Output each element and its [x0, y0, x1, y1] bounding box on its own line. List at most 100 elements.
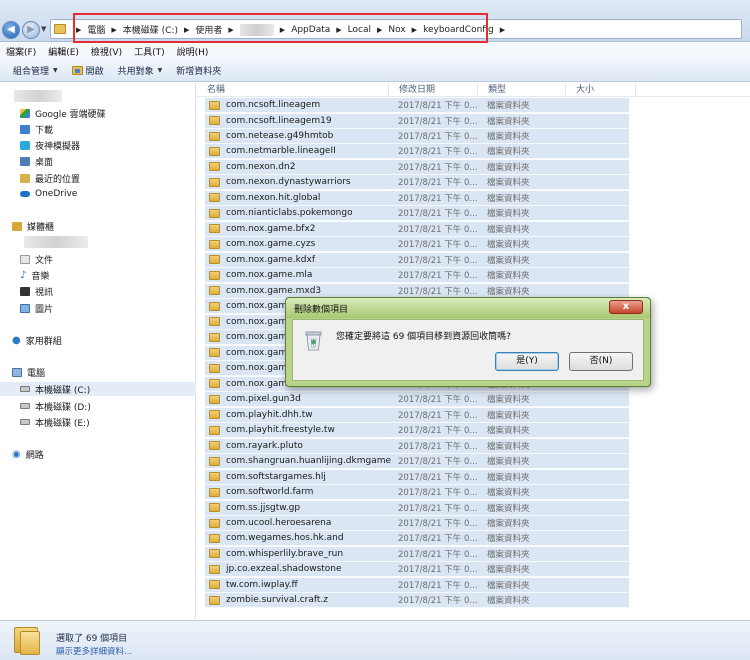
sidebar-item-recent-places[interactable]: 最近的位置	[0, 171, 196, 185]
sidebar-item-drive-d[interactable]: 本機磁碟 (D:)	[0, 399, 196, 413]
menu-help[interactable]: 說明(H)	[171, 45, 215, 58]
forward-button[interactable]: ▶	[22, 21, 40, 39]
file-name: zombie.survival.craft.z	[226, 595, 329, 606]
breadcrumb-separator[interactable]: ▶	[497, 26, 508, 34]
address-bar[interactable]: ▶ 電腦 ▶ 本機磁碟 (C:) ▶ 使用者 ▶ ▶ AppData ▶ Loc…	[50, 19, 742, 39]
sidebar-item-network[interactable]: ◉ 網路	[0, 447, 196, 461]
table-row[interactable]: tw.com.iwplay.ff 2017/8/21 下午 0... 檔案資料夾	[205, 577, 629, 593]
table-row[interactable]: com.rayark.pluto 2017/8/21 下午 0... 檔案資料夾	[205, 438, 629, 454]
sidebar-item-label: 文件	[35, 255, 54, 266]
column-header-name[interactable]: 名稱	[197, 83, 389, 96]
breadcrumb-separator[interactable]: ▶	[181, 26, 192, 34]
breadcrumb-separator[interactable]: ▶	[409, 26, 420, 34]
dialog-message: 您確定要將這 69 個項目移到資源回收筒嗎?	[336, 332, 511, 342]
sidebar-item-google-drive[interactable]: Google 雲端硬碟	[0, 106, 196, 120]
menu-edit[interactable]: 編輯(E)	[42, 45, 85, 58]
breadcrumb-separator[interactable]: ▶	[374, 26, 385, 34]
open-button[interactable]: 開啟	[65, 64, 111, 77]
table-row[interactable]: com.pixel.gun3d 2017/8/21 下午 0... 檔案資料夾	[205, 392, 629, 408]
table-row[interactable]: com.ncsoft.lineagem19 2017/8/21 下午 0... 檔案…	[205, 113, 629, 129]
table-row[interactable]: com.ss.jjsgtw.gp 2017/8/21 下午 0... 檔案資料夾	[205, 500, 629, 516]
table-row[interactable]: com.nexon.hit.global 2017/8/21 下午 0... 檔案資…	[205, 190, 629, 206]
column-header-size[interactable]: 大小	[566, 83, 636, 96]
table-row[interactable]: com.nianticlabs.pokemongo 2017/8/21 下午 0.…	[205, 206, 629, 222]
table-row[interactable]: com.playhit.dhh.tw 2017/8/21 下午 0... 檔案資料夾	[205, 407, 629, 423]
table-row[interactable]: com.nox.game.mla 2017/8/21 下午 0... 檔案資料夾	[205, 268, 629, 284]
table-row[interactable]: com.nexon.dynastywarriors 2017/8/21 下午 0.…	[205, 175, 629, 191]
file-name: com.whisperlily.brave_run	[226, 548, 344, 559]
sidebar-item-videos[interactable]: 視訊	[0, 284, 196, 298]
breadcrumb-drive-c[interactable]: 本機磁碟 (C:)	[120, 23, 181, 36]
breadcrumb-separator[interactable]: ▶	[225, 26, 236, 34]
dialog-close-button[interactable]: x	[609, 300, 643, 314]
table-row[interactable]: com.ucool.heroesarena 2017/8/21 下午 0... 檔案…	[205, 516, 629, 531]
show-more-details-link[interactable]: 顯示更多詳細資料...	[56, 645, 132, 657]
breadcrumb-separator[interactable]: ▶	[333, 26, 344, 34]
back-button[interactable]: ◀	[2, 21, 20, 39]
recent-pages-dropdown[interactable]: ▼	[41, 25, 46, 33]
column-header-type[interactable]: 類型	[478, 83, 566, 96]
table-row[interactable]: com.netmarble.lineageII 2017/8/21 下午 0...…	[205, 144, 629, 160]
breadcrumb-separator[interactable]: ▶	[108, 26, 119, 34]
table-row[interactable]: com.nox.game.bfx2 2017/8/21 下午 0... 檔案資料夾	[205, 221, 629, 237]
table-row[interactable]: com.wegames.hos.hk.and 2017/8/21 下午 0... 檔…	[205, 531, 629, 547]
sidebar-item-label: 本機磁碟 (D:)	[35, 402, 91, 413]
dialog-titlebar[interactable]: 刪除數個項目 x	[286, 298, 650, 318]
breadcrumb-users[interactable]: 使用者	[192, 23, 225, 36]
menu-tools[interactable]: 工具(T)	[128, 45, 171, 58]
table-row[interactable]: com.netease.g49hmtob 2017/8/21 下午 0... 檔案資…	[205, 129, 629, 144]
file-type: 檔案資料夾	[487, 240, 530, 251]
file-type: 檔案資料夾	[487, 488, 530, 498]
file-type: 檔案資料夾	[487, 549, 530, 560]
table-row[interactable]: com.ncsoft.lineagem 2017/8/21 下午 0... 檔案資料…	[205, 98, 629, 113]
sidebar-item-desktop[interactable]: 桌面	[0, 154, 196, 168]
sidebar-item-pictures[interactable]: 圖片	[0, 301, 196, 315]
file-modified-date: 2017/8/21 下午 0...	[398, 255, 478, 266]
table-row[interactable]: com.playhit.freestyle.tw 2017/8/21 下午 0..…	[205, 423, 629, 439]
sidebar-item-computer[interactable]: 電腦	[0, 365, 196, 379]
table-row[interactable]: com.nexon.dn2 2017/8/21 下午 0... 檔案資料夾	[205, 159, 629, 175]
breadcrumb-separator[interactable]: ▶	[73, 26, 84, 34]
menu-file[interactable]: 檔案(F)	[0, 45, 42, 58]
new-folder-button[interactable]: 新增資料夾	[169, 64, 228, 77]
breadcrumb-keyboardconfig[interactable]: keyboardConfig	[420, 25, 497, 35]
menu-view[interactable]: 檢視(V)	[85, 45, 128, 58]
sidebar-item-downloads[interactable]: 下載	[0, 122, 196, 136]
folder-icon	[209, 487, 220, 497]
share-with-button[interactable]: 共用對象 ▼	[111, 64, 170, 77]
breadcrumb-nox[interactable]: Nox	[385, 25, 408, 35]
breadcrumb-computer[interactable]: 電腦	[84, 23, 108, 36]
dialog-body: 您確定要將這 69 個項目移到資源回收筒嗎? 是(Y) 否(N)	[292, 319, 644, 381]
yes-button[interactable]: 是(Y)	[495, 352, 559, 371]
table-row[interactable]: com.softstargames.hlj 2017/8/21 下午 0... 檔案…	[205, 469, 629, 485]
file-modified-date: 2017/8/21 下午 0...	[398, 395, 478, 406]
file-type: 檔案資料夾	[487, 286, 530, 297]
file-type: 檔案資料夾	[487, 534, 530, 545]
breadcrumb-appdata[interactable]: AppData	[288, 25, 333, 35]
column-header-date[interactable]: 修改日期	[389, 83, 478, 96]
table-row[interactable]: com.softworld.farm 2017/8/21 下午 0... 檔案資料夾	[205, 485, 629, 500]
file-type: 檔案資料夾	[487, 162, 530, 173]
sidebar-item-drive-e[interactable]: 本機磁碟 (E:)	[0, 415, 196, 429]
breadcrumb-separator[interactable]: ▶	[277, 26, 288, 34]
sidebar-item-onedrive[interactable]: OneDrive	[0, 187, 196, 201]
file-name: com.nox.game.kdxf	[226, 254, 316, 265]
sidebar-item-documents[interactable]: 文件	[0, 252, 196, 266]
sidebar-item-music[interactable]: ♪ 音樂	[0, 268, 196, 282]
breadcrumb-local[interactable]: Local	[345, 25, 374, 35]
sidebar-item-homegroup[interactable]: ● 家用群組	[0, 333, 196, 347]
sidebar-item-libraries[interactable]: 媒體櫃	[0, 219, 196, 233]
sidebar-item-nox[interactable]: 夜神模擬器	[0, 138, 196, 152]
file-type: 檔案資料夾	[487, 147, 530, 158]
table-row[interactable]: jp.co.exzeal.shadowstone 2017/8/21 下午 0..…	[205, 562, 629, 578]
file-name: com.wegames.hos.hk.and	[226, 533, 344, 544]
table-row[interactable]: com.shangruan.huanlijing.dkmgame 2017/8/2…	[205, 454, 629, 469]
table-row[interactable]: com.nox.game.cyzs 2017/8/21 下午 0... 檔案資料夾	[205, 237, 629, 253]
no-button[interactable]: 否(N)	[569, 352, 633, 371]
table-row[interactable]: com.whisperlily.brave_run 2017/8/21 下午 0.…	[205, 546, 629, 562]
table-row[interactable]: zombie.survival.craft.z 2017/8/21 下午 0...…	[205, 593, 629, 609]
organize-button[interactable]: 組合管理 ▼	[6, 64, 65, 77]
breadcrumb-username-redacted[interactable]	[239, 23, 274, 36]
sidebar-item-drive-c[interactable]: 本機磁碟 (C:)	[0, 382, 196, 396]
table-row[interactable]: com.nox.game.kdxf 2017/8/21 下午 0... 檔案資料夾	[205, 252, 629, 268]
